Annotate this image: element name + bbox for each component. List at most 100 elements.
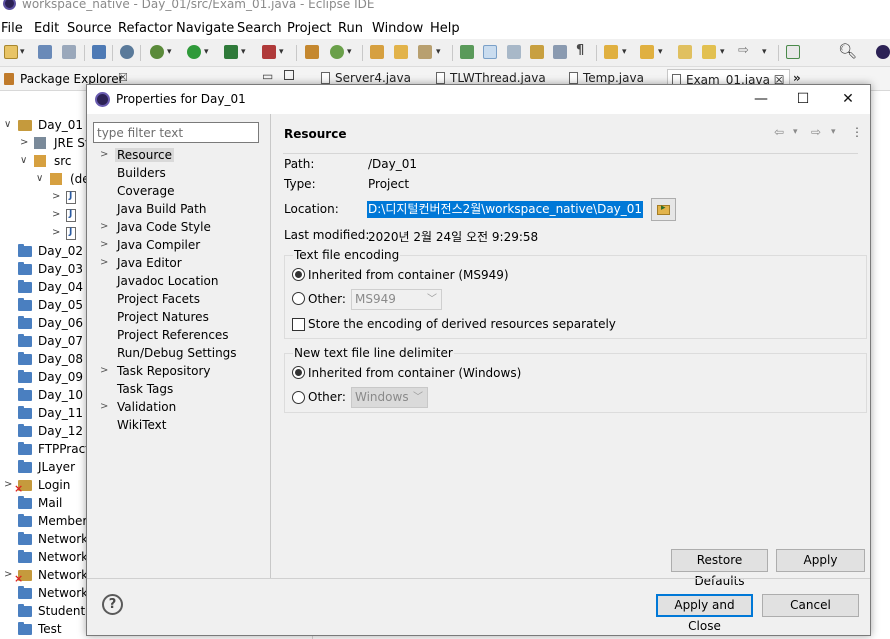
chevron-right-icon[interactable]: > [52, 191, 60, 202]
console-icon[interactable] [92, 45, 106, 59]
save-icon[interactable] [38, 45, 52, 59]
restore-defaults-button[interactable]: Restore Defaults [671, 549, 768, 588]
menu-file[interactable]: File [1, 21, 23, 36]
save-all-icon[interactable] [62, 45, 76, 59]
new-java-project-icon[interactable] [305, 45, 319, 59]
back-arrow-icon[interactable]: ⇦ [774, 125, 784, 139]
coverage-dropdown-icon[interactable]: ▾ [241, 47, 246, 57]
store-encoding-checkbox[interactable] [292, 318, 305, 331]
menu-refactor[interactable]: Refactor [118, 21, 173, 36]
skip-breakpoints-icon[interactable] [120, 45, 134, 59]
show-whitespace-icon[interactable] [553, 45, 567, 59]
prev-annotation-icon[interactable] [640, 45, 654, 59]
nav-item-project-natures[interactable]: Project Natures [87, 309, 270, 327]
open-perspective-icon[interactable] [786, 45, 800, 59]
menu-search[interactable]: Search [237, 21, 282, 36]
coverage-icon[interactable] [224, 45, 238, 59]
nav-item-validation[interactable]: > Validation [87, 399, 270, 417]
chevron-right-icon[interactable]: > [4, 569, 12, 580]
menu-project[interactable]: Project [287, 21, 331, 36]
minimize-button[interactable]: — [746, 88, 776, 110]
java-perspective-icon[interactable] [876, 45, 890, 59]
nav-item-project-references[interactable]: Project References [87, 327, 270, 345]
back-dropdown-icon[interactable]: ▾ [793, 127, 798, 137]
menu-source[interactable]: Source [67, 21, 112, 36]
open-folder-icon[interactable] [394, 45, 408, 59]
show-in-explorer-button[interactable] [651, 198, 676, 221]
chevron-right-icon[interactable]: > [100, 365, 108, 376]
menu-navigate[interactable]: Navigate [176, 21, 234, 36]
minimize-view-icon[interactable]: ▭ [262, 69, 273, 83]
search-dropdown-icon[interactable]: ▾ [436, 47, 441, 57]
nav-item-java-compiler[interactable]: > Java Compiler [87, 237, 270, 255]
chevron-right-icon[interactable]: > [100, 239, 108, 250]
back-dropdown-icon[interactable]: ▾ [720, 47, 725, 57]
location-value[interactable]: D:\디지털컨버전스2월\workspace_native\Day_01 [367, 201, 644, 218]
external-tools-icon[interactable] [262, 45, 276, 59]
prev-annotation-dropdown-icon[interactable]: ▾ [658, 47, 663, 57]
forward-icon[interactable]: ⇨ [738, 43, 752, 58]
nav-item-javadoc-location[interactable]: Javadoc Location [87, 273, 270, 291]
nav-item-run-debug-settings[interactable]: Run/Debug Settings [87, 345, 270, 363]
delimiter-inherited-radio[interactable] [292, 366, 305, 379]
maximize-view-icon[interactable] [284, 70, 294, 80]
encoding-other-radio[interactable] [292, 292, 305, 305]
nav-item-task-repository[interactable]: > Task Repository [87, 363, 270, 381]
help-icon[interactable]: ? [102, 594, 123, 615]
pilcrow-icon[interactable]: ¶ [576, 43, 590, 58]
toggle-highlight-icon[interactable] [483, 45, 497, 59]
delimiter-other-radio[interactable] [292, 391, 305, 404]
nav-item-coverage[interactable]: Coverage [87, 183, 270, 201]
chevron-right-icon[interactable]: > [100, 221, 108, 232]
apply-and-close-button[interactable]: Apply and Close [656, 594, 753, 633]
nav-item-wikitext[interactable]: WikiText [87, 417, 270, 435]
forward-dropdown-icon[interactable]: ▾ [831, 127, 836, 137]
last-edit-icon[interactable] [678, 45, 692, 59]
nav-item-resource[interactable]: > Resource [87, 147, 270, 165]
cancel-button[interactable]: Cancel [762, 594, 859, 617]
new-class-icon[interactable] [330, 45, 344, 59]
new-dropdown-icon[interactable]: ▾ [20, 47, 25, 57]
next-annotation-dropdown-icon[interactable]: ▾ [622, 47, 627, 57]
close-icon[interactable]: ☒ [118, 71, 128, 84]
more-tabs-icon[interactable]: » [793, 71, 801, 85]
chevron-right-icon[interactable]: > [52, 209, 60, 220]
nav-item-task-tags[interactable]: Task Tags [87, 381, 270, 399]
nav-item-project-facets[interactable]: Project Facets [87, 291, 270, 309]
menu-edit[interactable]: Edit [34, 21, 59, 36]
tab-temp[interactable]: Temp.java [569, 71, 644, 85]
new-icon[interactable] [4, 45, 18, 59]
open-type-icon[interactable] [370, 45, 384, 59]
chevron-down-icon[interactable]: ∨ [36, 173, 43, 184]
view-menu-icon[interactable]: ⋮ [851, 125, 863, 139]
tab-tlwthread[interactable]: TLWThread.java [436, 71, 546, 85]
search-icon[interactable]: 🔍︎ [838, 42, 857, 60]
back-icon[interactable] [702, 45, 716, 59]
chevron-right-icon[interactable]: > [100, 401, 108, 412]
maximize-button[interactable]: ☐ [788, 88, 818, 110]
external-tools-dropdown-icon[interactable]: ▾ [279, 47, 284, 57]
encoding-other-select[interactable]: MS949 ﹀ [351, 289, 442, 310]
encoding-inherited-radio[interactable] [292, 268, 305, 281]
forward-dropdown-icon[interactable]: ▾ [762, 47, 767, 57]
chevron-right-icon[interactable]: > [52, 227, 60, 238]
forward-arrow-icon[interactable]: ⇨ [811, 125, 821, 139]
run-dropdown-icon[interactable]: ▾ [204, 47, 209, 57]
nav-item-java-editor[interactable]: > Java Editor [87, 255, 270, 273]
apply-button[interactable]: Apply [776, 549, 865, 572]
chevron-right-icon[interactable]: > [20, 137, 28, 148]
chevron-down-icon[interactable]: ∨ [4, 119, 11, 130]
next-annotation-icon[interactable] [604, 45, 618, 59]
nav-item-builders[interactable]: Builders [87, 165, 270, 183]
chevron-right-icon[interactable]: > [100, 149, 108, 160]
chevron-right-icon[interactable]: > [100, 257, 108, 268]
nav-item-java-build-path[interactable]: Java Build Path [87, 201, 270, 219]
search-tool-icon[interactable] [418, 45, 432, 59]
chevron-down-icon[interactable]: ∨ [20, 155, 27, 166]
menu-run[interactable]: Run [338, 21, 363, 36]
chevron-right-icon[interactable]: > [4, 479, 12, 490]
debug-icon[interactable] [150, 45, 164, 59]
word-wrap-icon[interactable] [530, 45, 544, 59]
toggle-mark-icon[interactable] [460, 45, 474, 59]
menu-window[interactable]: Window [372, 21, 423, 36]
